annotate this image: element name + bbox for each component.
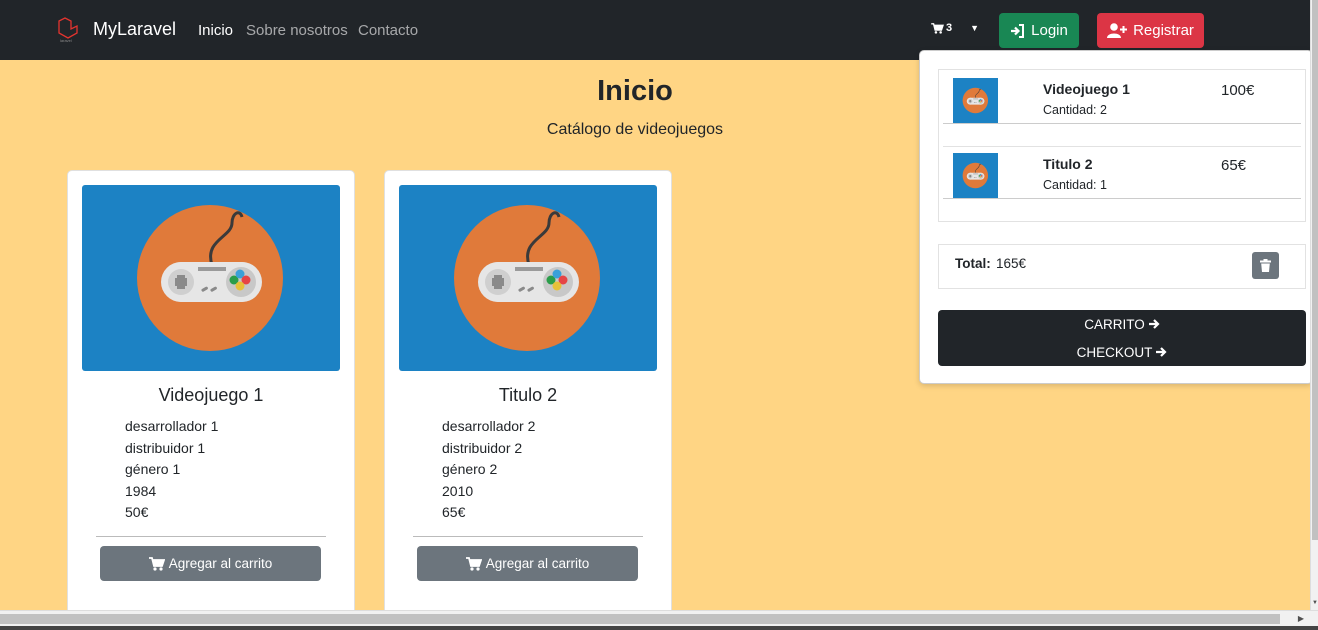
cart-item-quantity: Cantidad: 2 [1043,103,1107,117]
checkout-button[interactable]: CHECKOUT [938,338,1306,366]
product-year: 2010 [442,482,474,499]
nav-contacto[interactable]: Contacto [358,22,418,39]
arrow-right-icon [1155,346,1167,358]
trash-icon [1260,259,1271,272]
product-price: 50€ [125,504,149,520]
login-button[interactable]: Login [999,13,1079,48]
product-distributor: distribuidor 2 [442,439,523,456]
cart-item-price: 100€ [1221,82,1255,99]
add-to-cart-label: Agregar al carrito [485,556,590,571]
scroll-right-icon[interactable]: ▶ [1298,614,1304,623]
product-developer: desarrollador 2 [442,418,536,434]
add-to-cart-button[interactable]: Agregar al carrito [100,546,321,581]
divider [943,123,1301,124]
gamepad-icon [962,87,989,114]
product-year: 1984 [125,482,157,499]
register-button[interactable]: Registrar [1097,13,1204,48]
svg-text:laravel: laravel [60,38,72,43]
product-price: 65€ [442,504,466,520]
cart-dropdown-toggle[interactable]: 3 ▼ [931,22,979,34]
gamepad-icon [399,185,657,371]
sign-in-icon [1011,23,1025,38]
taskbar-edge [0,626,1318,630]
cart-dropdown: Videojuego 1 Cantidad: 2 100€ Titulo 2 C… [919,50,1313,384]
scrollbar-thumb[interactable] [1312,0,1318,540]
clear-cart-button[interactable] [1252,252,1279,279]
view-cart-label: CARRITO [1084,316,1145,332]
cart-item-name: Titulo 2 [1043,156,1093,172]
checkout-label: CHECKOUT [1076,344,1153,360]
product-details: desarrollador 1 distribuidor 1 género 1 … [125,416,218,524]
cart-icon [931,23,944,34]
cart-count: 3 [946,22,953,34]
product-genre: género 2 [442,461,498,477]
cart-items-list: Videojuego 1 Cantidad: 2 100€ Titulo 2 C… [938,69,1306,222]
caret-down-icon: ▼ [970,23,980,33]
divider [413,536,643,537]
product-card: Titulo 2 desarrollador 2 distribuidor 2 … [384,170,672,630]
add-to-cart-button[interactable]: Agregar al carrito [417,546,638,581]
scroll-down-icon[interactable]: ▼ [1311,600,1318,606]
nav-inicio[interactable]: Inicio [198,22,233,39]
cart-item[interactable]: Videojuego 1 Cantidad: 2 100€ [939,70,1305,125]
product-details: desarrollador 2 distribuidor 2 género 2 … [442,416,535,524]
cart-item-name: Videojuego 1 [1043,81,1130,97]
divider [96,536,326,537]
product-image [399,185,657,371]
add-to-cart-label: Agregar al carrito [168,556,273,571]
product-title: Titulo 2 [498,385,558,405]
cart-total: Total: 165€ [938,244,1306,289]
arrow-right-icon [1148,318,1160,330]
divider [943,198,1301,199]
nav-sobre-nosotros[interactable]: Sobre nosotros [246,22,348,39]
login-label: Login [1031,22,1068,39]
brand-link[interactable]: MyLaravel [93,19,176,40]
cart-item[interactable]: Titulo 2 Cantidad: 1 65€ [939,145,1305,200]
laravel-logo-icon[interactable]: laravel [57,17,79,43]
view-cart-button[interactable]: CARRITO [938,310,1306,338]
gamepad-icon [82,185,340,371]
product-title: Videojuego 1 [158,385,264,405]
cart-item-thumbnail [953,78,998,123]
cart-item-price: 65€ [1221,157,1247,174]
product-image [82,185,340,371]
cart-item-thumbnail [953,153,998,198]
total-label: Total: [955,256,991,271]
product-genre: género 1 [125,461,181,477]
product-card: Videojuego 1 desarrollador 1 distribuido… [67,170,355,630]
scrollbar-thumb[interactable] [0,614,1280,624]
vertical-scrollbar[interactable]: ▼ [1310,0,1318,610]
user-plus-icon [1107,23,1128,38]
register-label: Registrar [1133,22,1194,39]
gamepad-icon [962,162,989,189]
product-distributor: distribuidor 1 [125,439,206,456]
cart-icon [149,557,165,571]
product-developer: desarrollador 1 [125,418,219,434]
total-value: 165€ [996,256,1027,271]
cart-icon [466,557,482,571]
cart-item-quantity: Cantidad: 1 [1043,178,1107,192]
